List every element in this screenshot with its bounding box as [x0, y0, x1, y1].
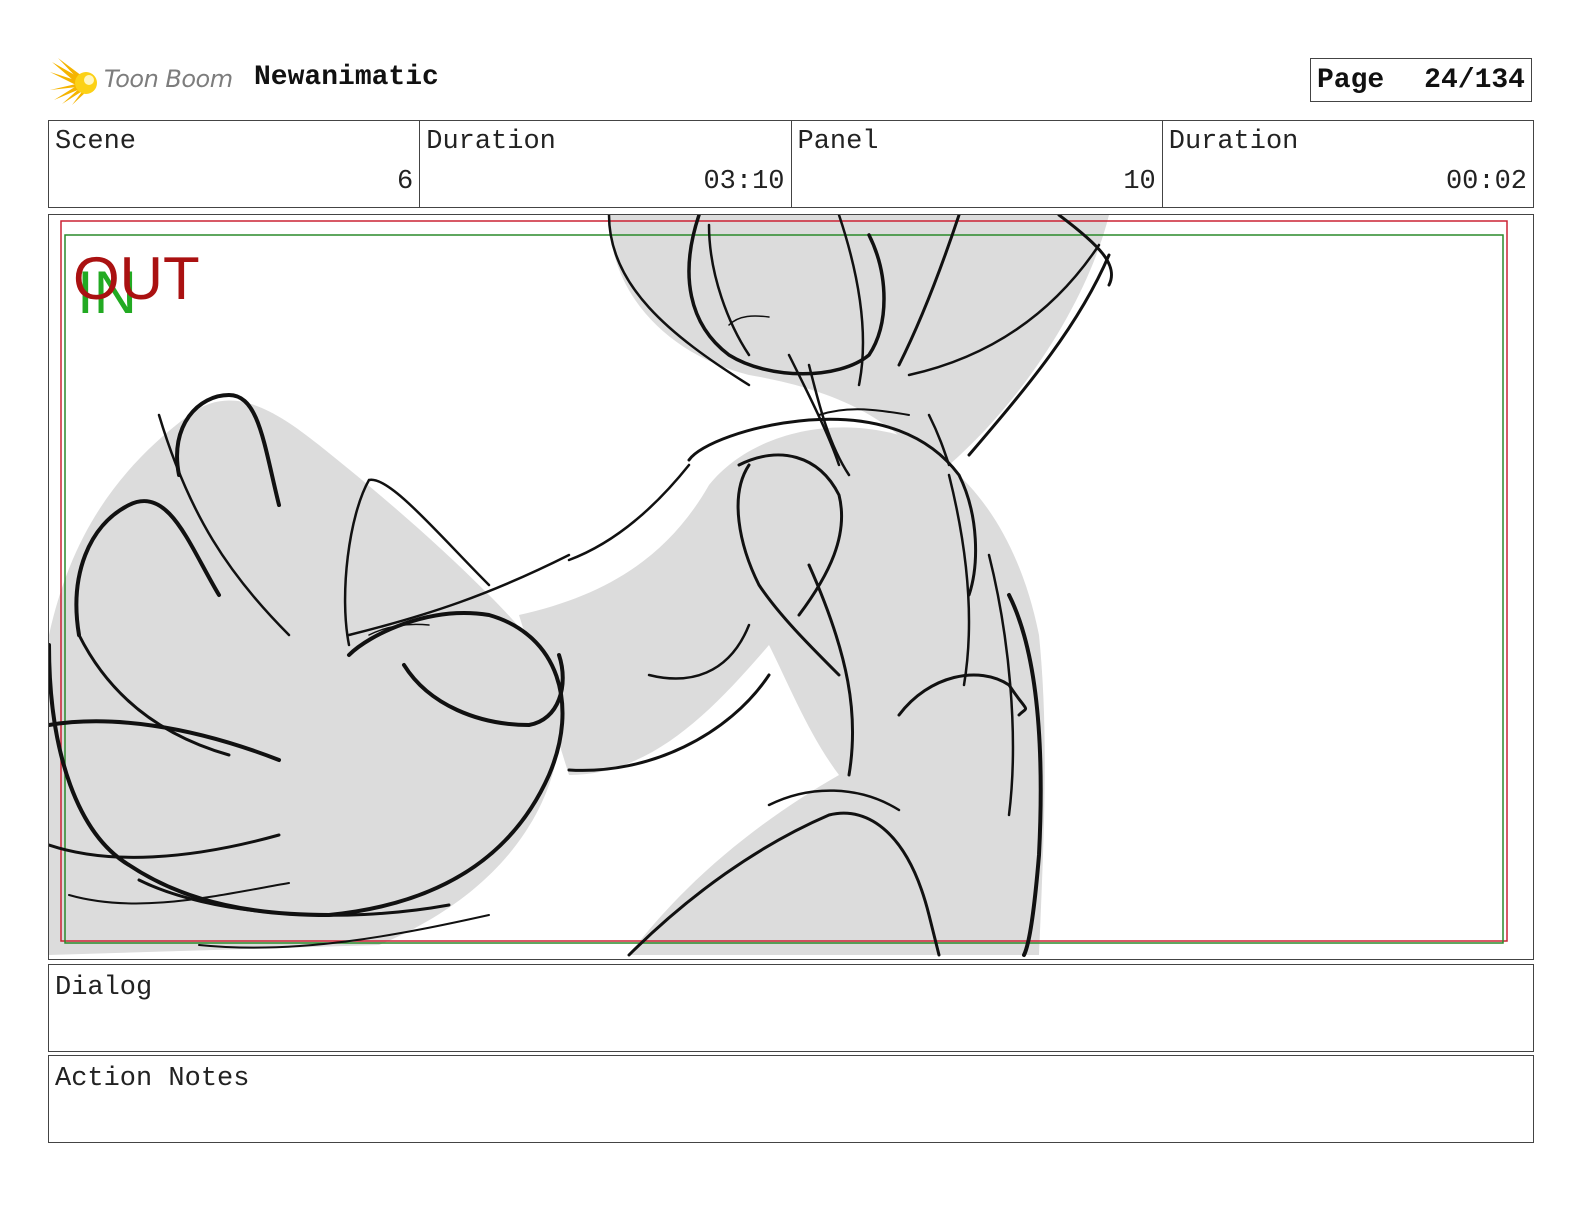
- action-notes-box[interactable]: Action Notes: [48, 1055, 1534, 1143]
- panel-duration-cell: Duration 00:02: [1163, 121, 1533, 207]
- panel-value: 10: [1123, 167, 1156, 197]
- dialog-box[interactable]: Dialog: [48, 964, 1534, 1052]
- panel-cell: Panel 10: [792, 121, 1163, 207]
- panel-label: Panel: [797, 127, 879, 157]
- scene-value: 6: [397, 167, 414, 197]
- storyboard-header: Toon Boom Newanimatic Page 24/134: [50, 54, 1534, 108]
- out-marker: OUT: [73, 245, 200, 312]
- project-title: Newanimatic: [254, 62, 439, 93]
- dialog-label: Dialog: [55, 973, 153, 1003]
- starburst-icon: [50, 58, 97, 105]
- panel-duration-value: 00:02: [1445, 167, 1527, 197]
- scene-duration-label: Duration: [426, 127, 556, 157]
- toon-boom-logo: Toon Boom: [50, 56, 240, 106]
- scene-label: Scene: [55, 127, 137, 157]
- page-indicator: Page 24/134: [1310, 58, 1532, 102]
- panel-info-row: Scene 6 Duration 03:10 Panel 10 Duration…: [48, 120, 1534, 208]
- scene-duration-value: 03:10: [703, 167, 785, 197]
- page-label: Page: [1317, 64, 1385, 96]
- scene-duration-cell: Duration 03:10: [420, 121, 792, 207]
- action-notes-label: Action Notes: [55, 1064, 250, 1094]
- page-number: 24/134: [1424, 64, 1525, 96]
- storyboard-panel-image: IN OUT: [48, 214, 1534, 960]
- panel-duration-label: Duration: [1168, 127, 1299, 157]
- brand-name: Toon Boom: [104, 65, 233, 93]
- scene-cell: Scene 6: [49, 121, 421, 207]
- sketch-drawing: IN OUT: [49, 215, 1508, 957]
